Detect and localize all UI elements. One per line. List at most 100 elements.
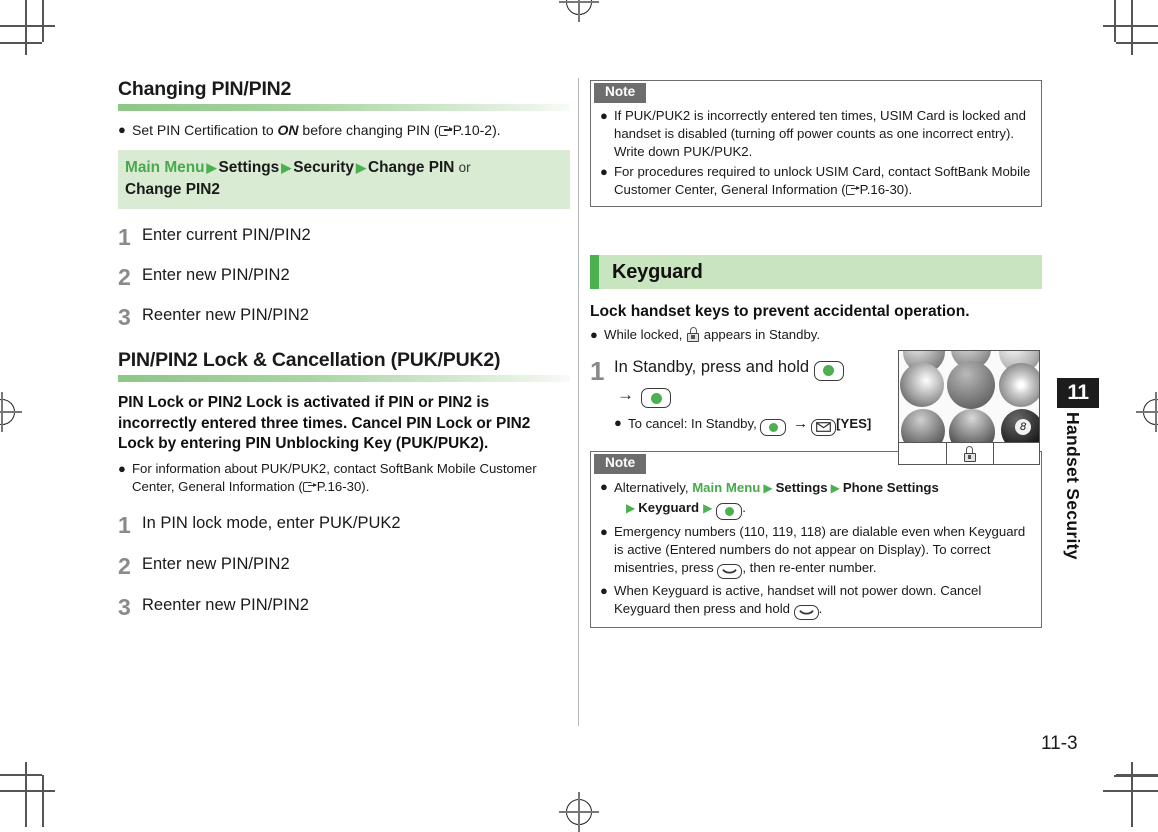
keyguard-standby-text: While locked, appears in Standby. bbox=[604, 326, 1042, 344]
bullet-dot-icon: ● bbox=[600, 107, 608, 123]
padlock-icon bbox=[687, 326, 700, 342]
pin-cert-mid: before changing PIN ( bbox=[298, 122, 439, 139]
wallpaper-sphere bbox=[949, 409, 995, 443]
mail-key-icon[interactable] bbox=[811, 418, 837, 436]
reference-hand-icon bbox=[845, 184, 860, 196]
softkey-center-keyguard[interactable] bbox=[947, 443, 995, 464]
crop-mark-bl-v2 bbox=[42, 775, 44, 827]
note-bullet-text: If PUK/PUK2 is incorrectly entered ten t… bbox=[614, 107, 1026, 159]
bullet-dot-icon: ● bbox=[600, 524, 608, 540]
eightball-number: 8 bbox=[1015, 419, 1031, 435]
puk-info-ref: P.16-30 bbox=[316, 479, 362, 495]
wallpaper-image: 8 bbox=[899, 351, 1039, 443]
step-item: 1 Enter current PIN/PIN2 bbox=[118, 224, 570, 251]
crop-mark-tr-v2 bbox=[1114, 0, 1116, 42]
step-item: 3 Reenter new PIN/PIN2 bbox=[118, 594, 570, 621]
path-item-security[interactable]: Security bbox=[293, 159, 354, 176]
center-key-icon[interactable] bbox=[813, 360, 844, 381]
softkey-left[interactable] bbox=[899, 443, 947, 464]
reference-hand-icon bbox=[302, 481, 317, 493]
arrow-right-icon: → bbox=[617, 384, 634, 404]
bullet-dot-icon: ● bbox=[590, 326, 598, 342]
emergency-part2: , then re-enter number. bbox=[742, 559, 877, 575]
keyguard-standby-bullet: ● While locked, appears in Standby. bbox=[590, 326, 1042, 344]
section-header-keyguard: Keyguard bbox=[590, 255, 1042, 290]
registration-mark-left bbox=[0, 392, 22, 432]
registration-mark-bottom bbox=[559, 792, 599, 832]
path-item-phone-settings[interactable]: Phone Settings bbox=[843, 480, 939, 495]
step-number: 2 bbox=[118, 553, 131, 580]
path-main-menu[interactable]: Main Menu bbox=[125, 159, 205, 176]
note-bullet-before-ref: For procedures required to unlock USIM C… bbox=[614, 164, 1031, 198]
chapter-tab-label: Handset Security bbox=[1063, 412, 1083, 560]
step-item: 2 Enter new PIN/PIN2 bbox=[118, 553, 570, 580]
step-text: Enter new PIN/PIN2 bbox=[142, 266, 290, 285]
registration-mark-right bbox=[1136, 392, 1158, 432]
path-main-menu[interactable]: Main Menu bbox=[692, 480, 760, 495]
step-item: 3 Reenter new PIN/PIN2 bbox=[118, 305, 570, 329]
step-item: 2 Enter new PIN/PIN2 bbox=[118, 265, 570, 289]
path-item-settings[interactable]: Settings bbox=[219, 159, 280, 176]
step-text: Enter current PIN/PIN2 bbox=[142, 226, 311, 245]
crop-mark-br-v bbox=[1131, 762, 1133, 827]
wallpaper-sphere-apple bbox=[947, 361, 995, 409]
bullet-dot-icon: ● bbox=[118, 461, 126, 477]
cancel-prefix: To cancel: In Standby, bbox=[628, 416, 757, 432]
path-item-change-pin2[interactable]: Change PIN2 bbox=[125, 181, 220, 198]
path-item-settings[interactable]: Settings bbox=[776, 480, 828, 495]
pin-certification-bullet: ● Set PIN Certification to ON before cha… bbox=[118, 121, 570, 140]
crop-mark-tr-h2 bbox=[1116, 42, 1158, 44]
cancel-yes-label: [YES] bbox=[836, 416, 872, 432]
keyguard-step-line2: → bbox=[614, 385, 890, 409]
path-arrow-icon: ▶ bbox=[356, 160, 366, 176]
crop-mark-tl-h2 bbox=[0, 42, 42, 44]
path-arrow-icon: ▶ bbox=[763, 481, 773, 496]
pin-cert-ref: P.10-2 bbox=[452, 122, 493, 139]
step-number: 3 bbox=[118, 594, 131, 621]
end-call-key-icon[interactable] bbox=[793, 604, 819, 620]
note-box-keyguard: Note ● Alternatively, Main Menu ▶ Settings… bbox=[590, 451, 1042, 628]
heading-underline-rule bbox=[118, 375, 570, 383]
center-key-icon[interactable] bbox=[641, 388, 672, 409]
wallpaper-sphere bbox=[901, 409, 945, 443]
bullet-dot-icon: ● bbox=[600, 164, 608, 180]
manual-page: Changing PIN/PIN2 ● Set PIN Certificatio… bbox=[0, 0, 1158, 832]
softkey-bar bbox=[899, 442, 1039, 464]
note-tab-label: Note bbox=[594, 454, 647, 475]
puk-info-after-ref: ). bbox=[361, 479, 370, 495]
standby-suffix: appears in Standby. bbox=[700, 326, 821, 342]
crop-mark-br-h2 bbox=[1116, 774, 1158, 776]
registration-mark-top bbox=[559, 0, 599, 22]
center-key-icon[interactable] bbox=[716, 503, 743, 521]
crop-mark-tl-v2 bbox=[42, 0, 44, 42]
keyguard-step-item: 1 In Standby, press and hold → ● To canc… bbox=[590, 357, 890, 437]
path-arrow-icon: ▶ bbox=[281, 160, 292, 176]
step-item: 1 In PIN lock mode, enter PUK/PUK2 bbox=[118, 513, 570, 537]
end-call-key-icon[interactable] bbox=[717, 563, 743, 579]
note-box-puk: Note ● If PUK/PUK2 is incorrectly entere… bbox=[590, 80, 1042, 208]
chapter-tab-number: 11 bbox=[1057, 378, 1099, 408]
note-bullet: ● If PUK/PUK2 is incorrectly entered ten… bbox=[600, 107, 1032, 160]
path-item-change-pin[interactable]: Change PIN bbox=[368, 159, 454, 176]
path-arrow-icon: ▶ bbox=[703, 501, 713, 516]
bullet-dot-icon: ● bbox=[600, 582, 608, 598]
reference-hand-icon bbox=[438, 125, 453, 137]
note-tab-label: Note bbox=[594, 83, 647, 103]
alt-suffix: . bbox=[742, 500, 746, 516]
pin-lock-lead-text: PIN Lock or PIN2 Lock is activated if PI… bbox=[118, 394, 531, 453]
keyguard-lead-text: Lock handset keys to prevent accidental … bbox=[590, 303, 970, 321]
step-number: 1 bbox=[118, 224, 131, 251]
softkey-right[interactable] bbox=[994, 443, 1039, 464]
crop-mark-bl-h bbox=[0, 790, 55, 792]
standby-prefix: While locked, bbox=[604, 326, 687, 342]
step-text: Reenter new PIN/PIN2 bbox=[142, 306, 309, 325]
pin-cert-suffix: ). bbox=[492, 122, 501, 139]
path-item-keyguard[interactable]: Keyguard bbox=[638, 500, 699, 515]
crop-mark-bl-v bbox=[25, 762, 27, 827]
padlock-icon bbox=[963, 445, 977, 462]
bullet-dot-icon: ● bbox=[118, 122, 126, 138]
note-alt-path-text: Alternatively, Main Menu ▶ Settings ▶ Phone … bbox=[614, 478, 1032, 521]
center-key-icon[interactable] bbox=[760, 419, 787, 437]
step-text: Reenter new PIN/PIN2 bbox=[142, 596, 309, 615]
note-bullet-ref: P.16-30 bbox=[859, 182, 905, 198]
